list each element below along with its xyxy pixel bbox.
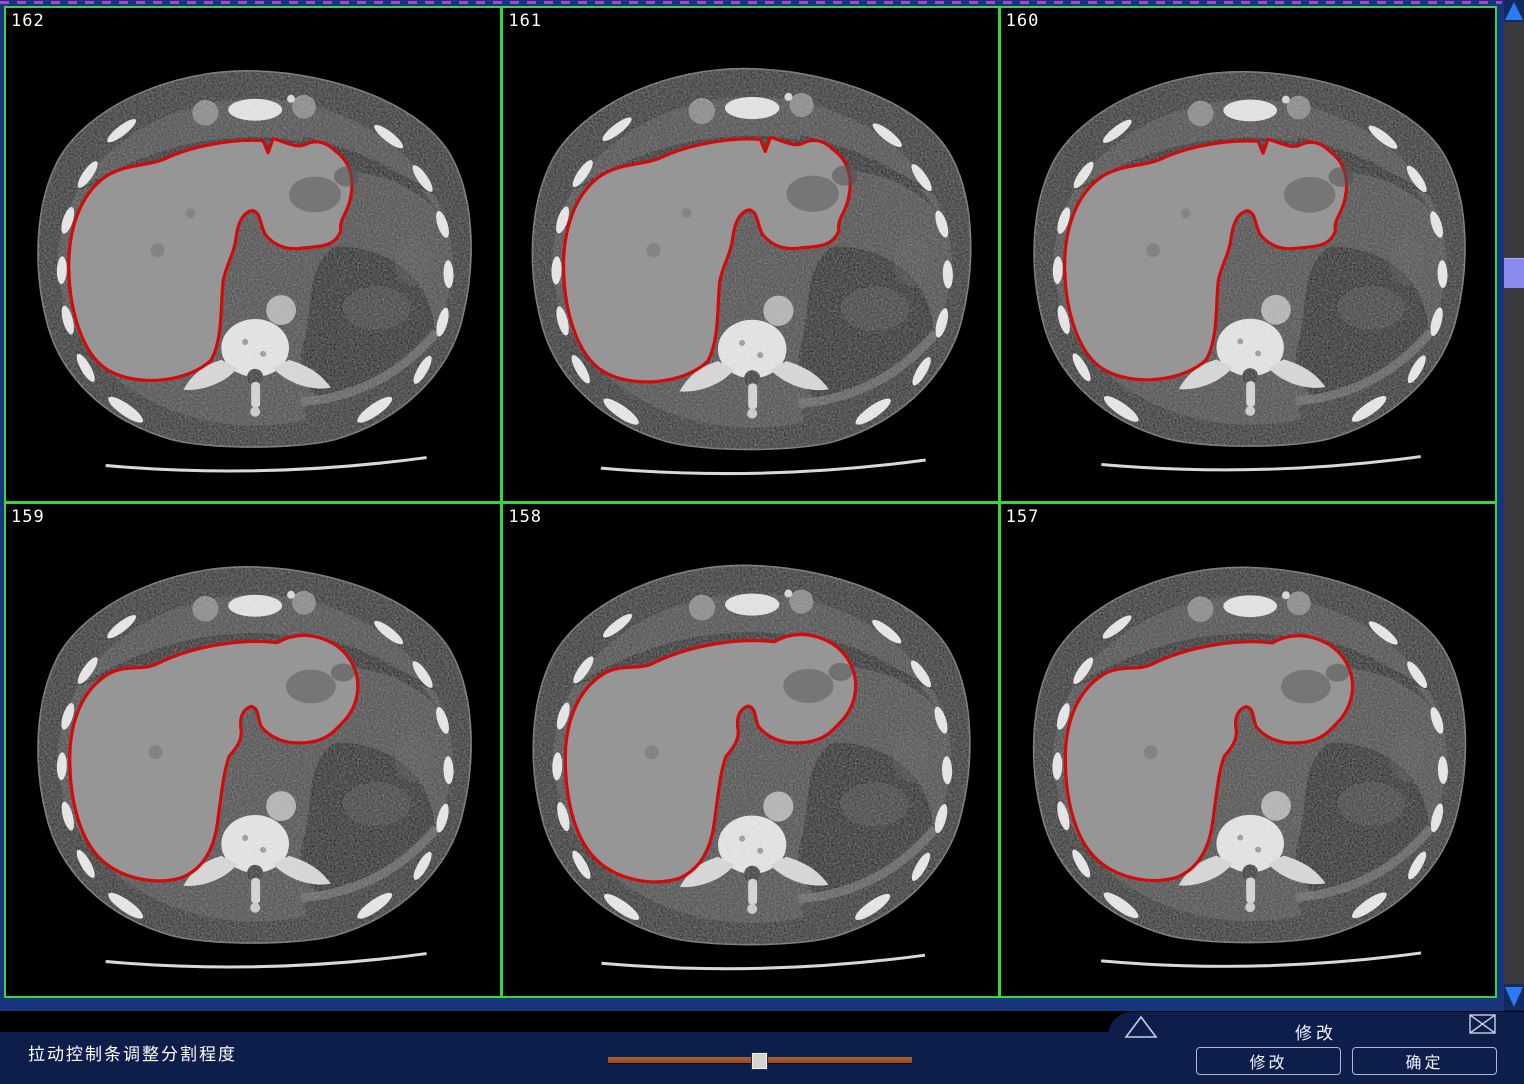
slice-number-label: 161	[508, 11, 542, 31]
ct-image	[503, 504, 997, 997]
slice-number-label: 162	[11, 11, 45, 31]
slice-number-label: 159	[11, 507, 45, 527]
window-top-border	[0, 0, 1524, 6]
slice-grid: 162 161 160 159 158	[4, 6, 1497, 998]
triangle-down-icon	[1504, 984, 1524, 1010]
ct-slice-cell-157[interactable]: 157	[1001, 504, 1495, 997]
app-window: 162 161 160 159 158	[0, 0, 1524, 1084]
ct-image	[1001, 504, 1495, 997]
slice-number-label: 160	[1006, 11, 1040, 31]
scroll-up-button[interactable]	[1504, 0, 1524, 22]
modify-panel: 修改 修改 确定	[1108, 1012, 1524, 1084]
vertical-scrollbar	[1504, 0, 1524, 1010]
triangle-up-icon	[1504, 0, 1524, 22]
slider-thumb[interactable]	[752, 1053, 767, 1069]
ct-slice-cell-158[interactable]: 158	[503, 504, 997, 997]
ct-image	[503, 8, 997, 501]
ct-slice-cell-160[interactable]: 160	[1001, 8, 1495, 501]
scrollbar-track[interactable]	[1504, 22, 1524, 984]
slice-number-label: 157	[1006, 507, 1040, 527]
ct-image	[1001, 8, 1495, 501]
divider-strip	[0, 998, 1504, 1011]
hint-text: 拉动控制条调整分割程度	[28, 1040, 237, 1065]
focus-dashes	[0, 1, 1502, 4]
panel-title: 修改	[1108, 1019, 1524, 1044]
envelope-icon[interactable]	[1469, 1014, 1496, 1034]
segmentation-slider	[606, 1052, 914, 1070]
slice-number-label: 158	[508, 507, 542, 527]
ct-image	[6, 8, 500, 501]
scroll-down-button[interactable]	[1504, 984, 1524, 1010]
ct-image	[6, 504, 500, 997]
bottom-bar: 拉动控制条调整分割程度 修改 修改 确定	[0, 1011, 1524, 1084]
ct-slice-cell-162[interactable]: 162	[6, 8, 500, 501]
ct-slice-cell-161[interactable]: 161	[503, 8, 997, 501]
ct-slice-cell-159[interactable]: 159	[6, 504, 500, 997]
confirm-button[interactable]: 确定	[1352, 1047, 1497, 1075]
window-left-border	[0, 0, 4, 998]
scrollbar-thumb[interactable]	[1504, 258, 1524, 288]
modify-button[interactable]: 修改	[1196, 1047, 1341, 1075]
